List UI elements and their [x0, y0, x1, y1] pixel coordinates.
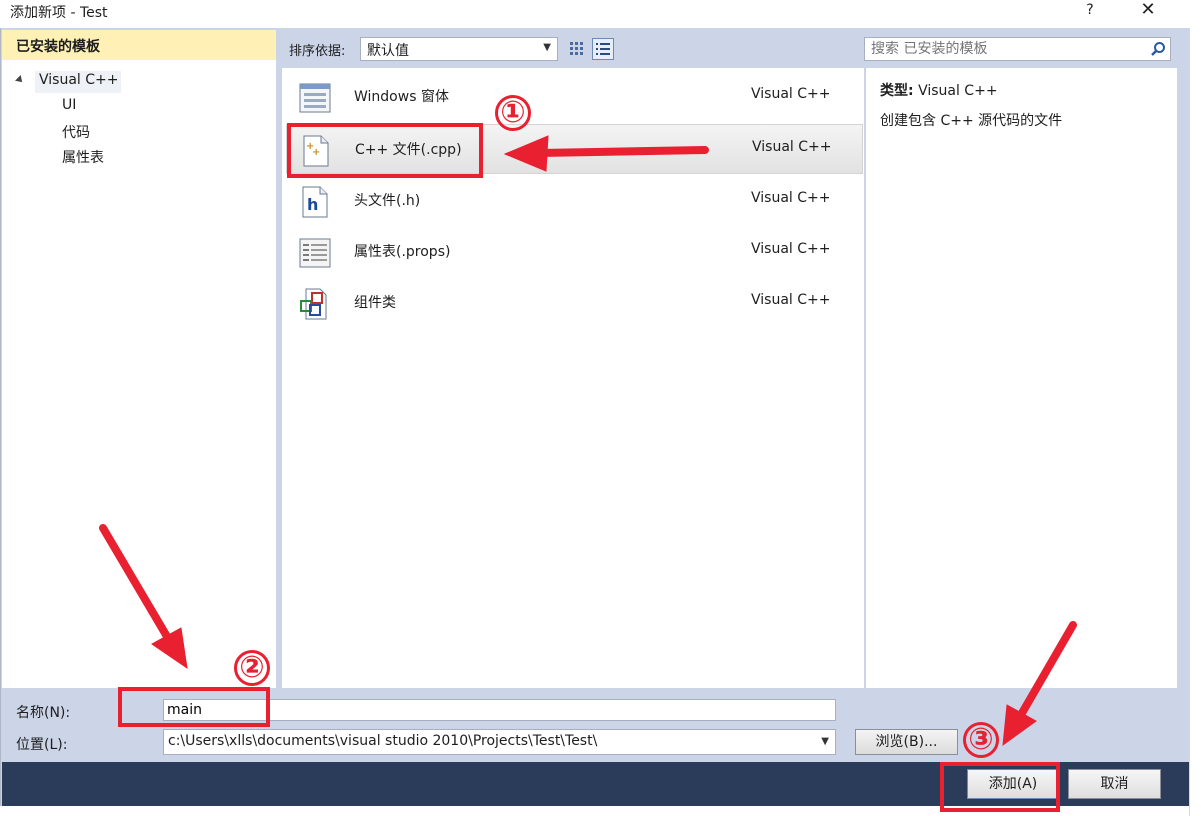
type-value: Visual C++ [918, 83, 998, 99]
search-input[interactable] [865, 38, 1135, 60]
annotation-box-cpp [287, 123, 483, 178]
svg-text:h: h [307, 195, 318, 214]
chevron-down-icon: ▼ [821, 736, 829, 747]
help-button[interactable]: ? [1070, 0, 1110, 24]
item-name: 组件类 [354, 295, 396, 311]
small-icons-view-button[interactable] [592, 38, 614, 60]
details-panel: 类型: Visual C++ 创建包含 C++ 源代码的文件 [866, 68, 1177, 688]
component-class-icon [300, 288, 327, 320]
browse-button[interactable]: 浏览(B)... [855, 729, 958, 755]
type-label: 类型: [880, 83, 914, 99]
tree-node-label[interactable]: Visual C++ [35, 71, 121, 93]
sort-dropdown[interactable]: 默认值 ▼ [360, 37, 558, 61]
item-name: Windows 窗体 [354, 89, 449, 105]
list-item-windows-form[interactable]: Windows 窗体 Visual C++ [286, 72, 863, 122]
property-sheet-icon [299, 238, 331, 268]
sort-value: 默认值 [367, 43, 409, 59]
expand-arrow-icon[interactable] [15, 75, 25, 85]
item-category: Visual C++ [751, 292, 831, 308]
item-category: Visual C++ [751, 190, 831, 206]
list-item-component-class[interactable]: 组件类 Visual C++ [286, 278, 863, 328]
type-line: 类型: Visual C++ [880, 80, 998, 100]
list-item-header-file[interactable]: h 头文件(.h) Visual C++ [286, 176, 863, 226]
title-bar: 添加新项 - Test ? ✕ [0, 0, 1201, 28]
close-button[interactable]: ✕ [1128, 0, 1168, 24]
tree-node-property-sheet[interactable]: 属性表 [62, 147, 104, 167]
medium-icons-view-button[interactable] [566, 38, 588, 60]
grid-view-icon [570, 42, 583, 55]
window-title: 添加新项 - Test [10, 5, 108, 21]
search-icon[interactable] [1150, 41, 1166, 57]
name-label: 名称(N): [16, 705, 71, 721]
chevron-down-icon: ▼ [543, 42, 551, 53]
window-edge [1189, 28, 1201, 816]
template-description: 创建包含 C++ 源代码的文件 [880, 113, 1063, 129]
location-label: 位置(L): [16, 737, 68, 753]
item-name: 属性表(.props) [354, 244, 451, 260]
annotation-number-3: ③ [963, 722, 999, 758]
location-value: c:\Users\xlls\documents\visual studio 20… [168, 733, 598, 749]
template-tree-panel: 已安装的模板 Visual C++ UI 代码 属性表 [2, 30, 276, 688]
search-box[interactable] [864, 37, 1171, 61]
tree-node-ui[interactable]: UI [62, 97, 76, 113]
annotation-box-add [940, 762, 1060, 812]
installed-templates-header[interactable]: 已安装的模板 [2, 30, 276, 60]
sort-toolbar: 排序依据: 默认值 ▼ [280, 30, 864, 66]
item-name: 头文件(.h) [354, 193, 421, 209]
annotation-number-1: ① [495, 95, 531, 131]
tree-node-code[interactable]: 代码 [62, 122, 90, 142]
annotation-number-2: ② [234, 650, 270, 686]
item-category: Visual C++ [751, 241, 831, 257]
windows-form-icon [299, 83, 331, 113]
location-dropdown[interactable]: c:\Users\xlls\documents\visual studio 20… [163, 729, 836, 755]
list-view-icon [596, 43, 610, 55]
list-item-property-sheet[interactable]: 属性表(.props) Visual C++ [286, 227, 863, 277]
item-category: Visual C++ [751, 86, 831, 102]
annotation-box-name [118, 687, 270, 727]
cancel-button[interactable]: 取消 [1068, 769, 1161, 799]
header-file-icon: h [302, 186, 328, 218]
sort-label: 排序依据: [289, 44, 346, 59]
item-category: Visual C++ [752, 139, 832, 155]
